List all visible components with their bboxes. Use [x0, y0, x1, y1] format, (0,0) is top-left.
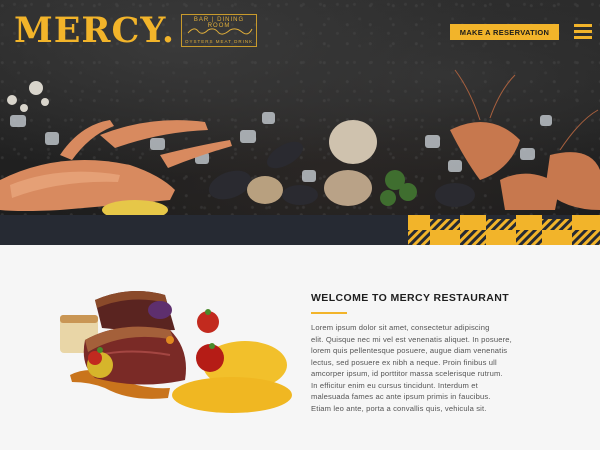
duck-dish-photo — [60, 291, 292, 413]
paragraph-line: elit. Quisque nec mi vel est venenatis a… — [311, 334, 512, 344]
paragraph-line: In efficitur enim eu cursus tincidunt. I… — [311, 380, 478, 390]
hamburger-menu-icon[interactable] — [574, 24, 592, 40]
logo-script-signature — [187, 28, 253, 35]
paragraph-line: Etiam leo ante, porta a convallis quis, … — [311, 403, 487, 413]
paragraph-line: lorem quis pellentesque posuere, augue d… — [311, 346, 508, 355]
welcome-paragraph: Lorem ipsum dolor sit amet, consectetur … — [311, 322, 545, 414]
make-reservation-button[interactable]: MAKE A RESERVATION — [450, 24, 559, 40]
seafood-photo — [0, 69, 600, 215]
paragraph-line: Lorem ipsum dolor sit amet, consectetur … — [311, 323, 490, 332]
paragraph-line: malesuada fames ac ante ipsum primis in … — [311, 392, 491, 401]
mercy-logo[interactable]: MERCY. BAR | DINING ROOM OYSTERS MEAT DR… — [14, 10, 258, 51]
heading-underline — [311, 312, 347, 314]
paragraph-line: lectus, sed posuere ex nibh a neque. Pro… — [311, 357, 497, 367]
logo-badge: BAR | DINING ROOM OYSTERS MEAT DRINK — [181, 14, 258, 47]
welcome-heading: WELCOME TO MERCY RESTAURANT — [311, 292, 510, 304]
hero-banner: MERCY. BAR | DINING ROOM OYSTERS MEAT DR… — [0, 0, 600, 215]
paragraph-line: amcorper ipsum, id porttitor massa scele… — [311, 369, 503, 378]
plaid-pattern — [408, 215, 600, 245]
logo-subtagline: OYSTERS MEAT DRINK — [184, 39, 254, 44]
logo-wordmark: MERCY. — [14, 10, 176, 51]
